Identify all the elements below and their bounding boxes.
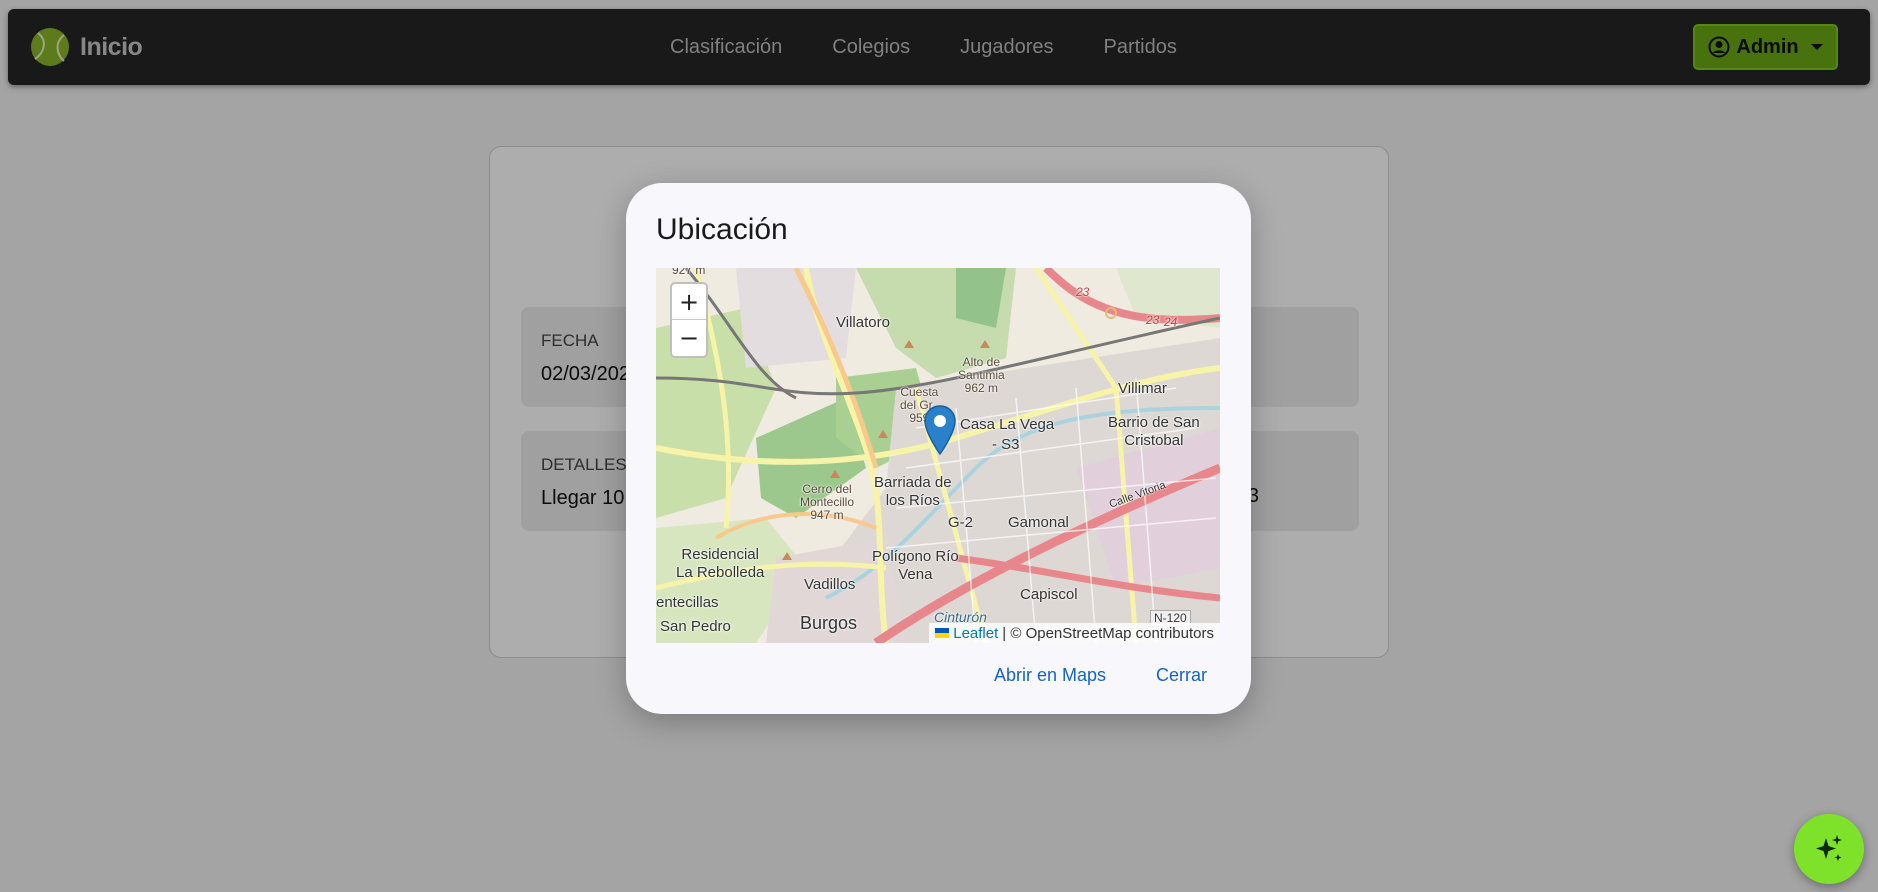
map-label: Gamonal	[1008, 514, 1069, 531]
map-label: - S3	[992, 436, 1020, 453]
attribution-text: | © OpenStreetMap contributors	[1002, 624, 1214, 642]
ai-assistant-button[interactable]	[1794, 814, 1864, 884]
map-label: entecillas	[656, 594, 719, 611]
map-label: Vadillos	[804, 576, 856, 593]
map-pin-icon[interactable]	[924, 405, 956, 455]
map-label: Capiscol	[1020, 586, 1078, 603]
map-label: Burgos	[800, 613, 858, 633]
map-label: San Pedro	[660, 618, 731, 635]
map-label: 927 m	[672, 268, 706, 277]
location-dialog: Ubicación 927 m Villatoro Villimar Alto …	[626, 183, 1251, 714]
map-label: Casa La Vega	[960, 416, 1055, 433]
map-label: Polígono Río Vena	[872, 548, 959, 583]
map-label: 23	[1076, 285, 1090, 299]
map-label: Alto de Santimia 962 m	[958, 355, 1005, 395]
ukraine-flag-icon	[935, 628, 950, 638]
map-label: Cerro del Montecillo 947 m	[800, 482, 855, 522]
map-label: Villimar	[1118, 380, 1167, 397]
dialog-actions: Abrir en Maps Cerrar	[994, 665, 1207, 686]
close-button[interactable]: Cerrar	[1156, 665, 1207, 686]
zoom-out-button[interactable]: −	[672, 320, 706, 356]
map-attribution: Leaflet | © OpenStreetMap contributors	[929, 623, 1220, 643]
zoom-control: + −	[670, 282, 708, 358]
map-label: Villatoro	[836, 314, 890, 331]
map-label: 24	[1164, 315, 1178, 329]
map-label: 23	[1146, 313, 1160, 327]
map-label: G-2	[948, 514, 974, 531]
map-label: Barrio de San Cristobal	[1108, 414, 1200, 449]
open-in-maps-button[interactable]: Abrir en Maps	[994, 665, 1106, 686]
map-label: Residencial La Rebolleda	[676, 546, 765, 581]
dialog-title: Ubicación	[656, 213, 788, 246]
map-tiles	[656, 268, 1220, 643]
map-label: Barriada de los Ríos	[874, 474, 952, 509]
sparkles-icon	[1816, 835, 1842, 861]
location-map[interactable]: 927 m Villatoro Villimar Alto de Santimi…	[656, 268, 1220, 643]
leaflet-link[interactable]: Leaflet	[953, 625, 998, 642]
zoom-in-button[interactable]: +	[672, 284, 706, 320]
